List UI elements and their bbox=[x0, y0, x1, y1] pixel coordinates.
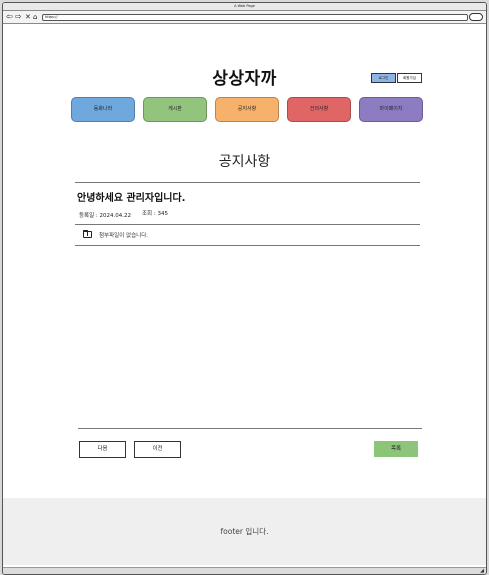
divider bbox=[78, 428, 422, 429]
browser-toolbar: ⇦ ⇨ ✕ ⌂ https:// bbox=[3, 11, 486, 24]
signup-button[interactable]: 회원가입 bbox=[397, 73, 422, 83]
folder-icon bbox=[83, 230, 92, 238]
section-title: 공지사항 bbox=[218, 154, 271, 170]
browser-window: A Web Page ⇦ ⇨ ✕ ⌂ https:// 상상자까 로그인 회원가… bbox=[2, 2, 487, 575]
back-icon[interactable]: ⇦ bbox=[6, 12, 13, 22]
nav-item-mypage[interactable]: 마이페이지 bbox=[359, 97, 423, 122]
resize-handle-icon[interactable]: ◢ bbox=[480, 568, 484, 574]
window-title: A Web Page bbox=[3, 3, 486, 11]
nav-item-fairytale[interactable]: 동화나라 bbox=[71, 97, 135, 122]
nav-item-suggestion[interactable]: 건의사항 bbox=[287, 97, 351, 122]
attachment-text: 첨부파일이 없습니다. bbox=[99, 233, 149, 239]
home-icon[interactable]: ⌂ bbox=[33, 12, 37, 22]
next-button[interactable]: 다음 bbox=[79, 441, 126, 458]
forward-icon[interactable]: ⇨ bbox=[15, 12, 22, 22]
search-icon[interactable] bbox=[469, 13, 483, 21]
close-icon[interactable]: ✕ bbox=[25, 12, 31, 22]
list-button[interactable]: 목록 bbox=[374, 441, 418, 457]
post-views: 조회 : 345 bbox=[142, 211, 168, 217]
footer-text: footer 입니다. bbox=[220, 527, 269, 536]
prev-button[interactable]: 이전 bbox=[134, 441, 181, 458]
status-bar: ◢ bbox=[3, 567, 486, 574]
footer: footer 입니다. bbox=[3, 498, 486, 565]
address-bar[interactable]: https:// bbox=[42, 14, 468, 21]
nav-item-board[interactable]: 게시판 bbox=[143, 97, 207, 122]
post-date: 등록일 : 2024.04.22 bbox=[79, 213, 132, 219]
post-title: 안녕하세요 관리자입니다. bbox=[77, 193, 186, 204]
auth-buttons: 로그인 회원가입 bbox=[370, 73, 422, 83]
login-button[interactable]: 로그인 bbox=[371, 73, 396, 83]
nav-item-notice[interactable]: 공지사항 bbox=[215, 97, 279, 122]
divider bbox=[75, 182, 420, 183]
divider bbox=[75, 245, 420, 246]
page-content: 상상자까 로그인 회원가입 동화나라 게시판 공지사항 건의사항 마이페이지 공… bbox=[3, 24, 486, 572]
divider bbox=[75, 224, 420, 225]
